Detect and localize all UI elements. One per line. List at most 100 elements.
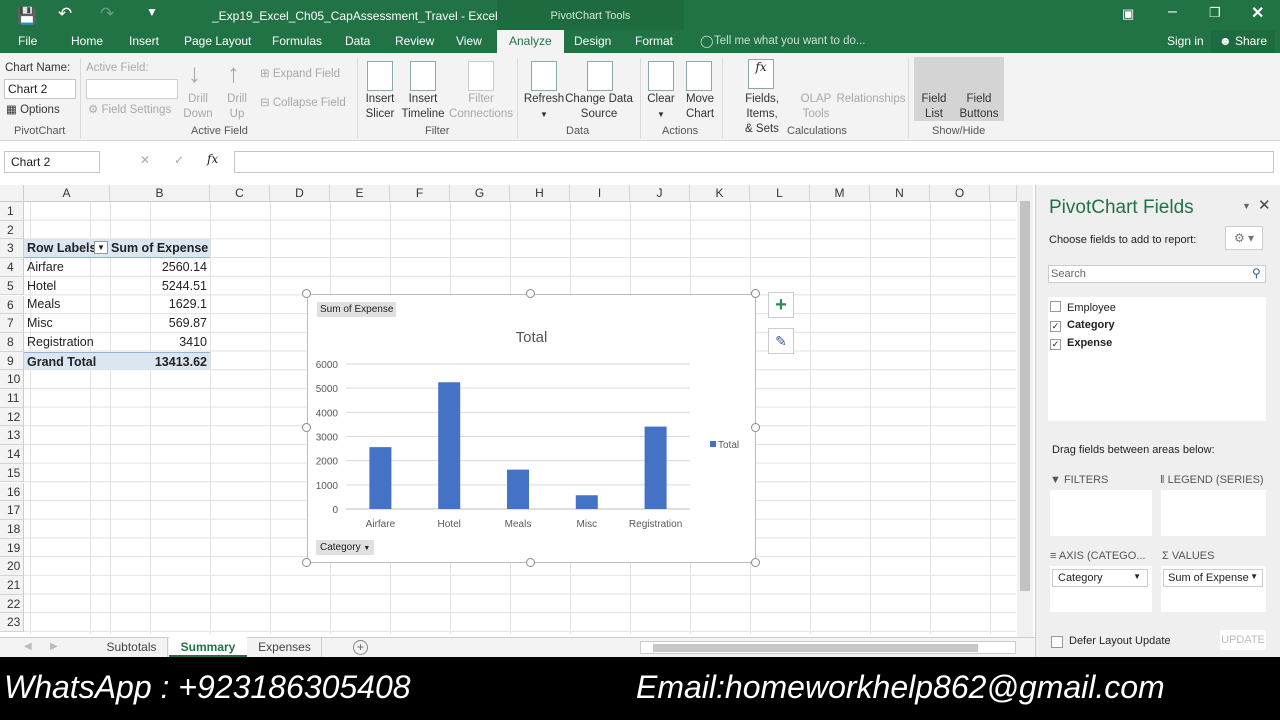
bar-meals[interactable] — [507, 469, 529, 509]
tab-home[interactable]: Home — [71, 30, 103, 53]
resize-handle[interactable] — [526, 558, 535, 567]
column-header-O[interactable]: O — [930, 185, 990, 202]
row-header-2[interactable]: 2 — [0, 220, 24, 240]
sheet-tab-expenses[interactable]: Expenses — [248, 638, 322, 657]
bar-hotel[interactable] — [438, 382, 461, 509]
scroll-right-icon[interactable]: ▶ — [50, 641, 58, 652]
column-header-B[interactable]: B — [110, 185, 210, 202]
share-button[interactable]: ☻ Share — [1211, 30, 1275, 53]
row-header-11[interactable]: 11 — [0, 389, 24, 408]
tab-formulas[interactable]: Formulas — [272, 30, 322, 53]
column-header-J[interactable]: J — [630, 185, 690, 202]
insert-timeline-button[interactable]: Insert Timeline — [400, 92, 446, 122]
column-header-N[interactable]: N — [870, 185, 930, 202]
column-header-K[interactable]: K — [690, 185, 750, 202]
row-header-20[interactable]: 20 — [0, 557, 24, 576]
resize-handle[interactable] — [526, 289, 535, 298]
pane-options-dropdown[interactable]: ▼ — [1242, 201, 1251, 211]
field-item-category[interactable]: ✓ Category — [1050, 319, 1115, 332]
expand-field-button[interactable]: ⊞ Expand Field — [260, 67, 340, 82]
drill-up-button[interactable]: Drill Up — [222, 92, 252, 122]
vertical-scroll-thumb[interactable] — [1020, 201, 1030, 591]
enter-icon[interactable]: ✓ — [174, 153, 184, 167]
resize-handle[interactable] — [751, 423, 760, 432]
cancel-icon[interactable]: ✕ — [140, 153, 150, 167]
new-sheet-button[interactable]: + — [353, 640, 368, 655]
row-header-23[interactable]: 23 — [0, 613, 24, 633]
pivot-chart[interactable]: Sum of Expense Total 0 1000 2000 3000 4000 50… — [307, 294, 756, 563]
row-header-18[interactable]: 18 — [0, 519, 24, 539]
sheet-tab-subtotals[interactable]: Subtotals — [96, 638, 168, 657]
active-field-input[interactable] — [86, 79, 178, 99]
row-header-1[interactable]: 1 — [0, 202, 24, 221]
insert-slicer-button[interactable]: Insert Slicer — [362, 92, 398, 122]
column-header-I[interactable]: I — [570, 185, 630, 202]
undo-icon[interactable]: ↶ — [58, 4, 72, 24]
row-header-21[interactable]: 21 — [0, 576, 24, 595]
gear-icon[interactable]: ⚙ ▾ — [1225, 226, 1263, 250]
horizontal-scrollbar[interactable] — [640, 641, 1016, 654]
column-header-F[interactable]: F — [390, 185, 450, 202]
filters-drop-area[interactable] — [1050, 490, 1152, 536]
field-item-employee[interactable]: Employee — [1050, 301, 1116, 314]
field-buttons-button[interactable]: Field Buttons — [954, 92, 1004, 122]
field-checkbox[interactable]: ✓ — [1050, 339, 1061, 350]
save-icon[interactable]: 💾 — [17, 6, 37, 26]
sign-in-link[interactable]: Sign in — [1167, 30, 1204, 53]
row-header-16[interactable]: 16 — [0, 482, 24, 502]
tab-review[interactable]: Review — [395, 30, 434, 53]
olap-tools-button[interactable]: OLAP Tools — [798, 92, 834, 122]
tab-file[interactable]: File — [18, 30, 37, 53]
select-all-button[interactable] — [0, 185, 24, 202]
field-settings-button[interactable]: ⚙ Field Settings — [88, 103, 171, 118]
legend-drop-area[interactable] — [1161, 490, 1266, 536]
chart-styles-brush-icon[interactable]: ✎ — [768, 328, 794, 354]
tab-analyze[interactable]: Analyze — [497, 30, 564, 53]
defer-layout-checkbox[interactable] — [1051, 636, 1063, 648]
row-labels-filter-dropdown[interactable]: ▼ — [94, 241, 108, 255]
field-checkbox[interactable]: ✓ — [1050, 321, 1061, 332]
resize-handle[interactable] — [751, 558, 760, 567]
relationships-button[interactable]: Relationships — [836, 92, 906, 107]
row-header-19[interactable]: 19 — [0, 538, 24, 558]
field-list-button[interactable]: Field List — [916, 92, 952, 122]
redo-icon[interactable]: ↷ — [100, 4, 114, 24]
values-field-item[interactable]: Sum of Expense ▼ — [1163, 569, 1263, 587]
row-header-17[interactable]: 17 — [0, 501, 24, 520]
field-checkbox[interactable] — [1050, 301, 1061, 312]
column-header-M[interactable]: M — [810, 185, 870, 202]
row-header-7[interactable]: 7 — [0, 314, 24, 333]
drill-down-button[interactable]: Drill Down — [183, 92, 213, 122]
row-header-9[interactable]: 9 — [0, 351, 24, 371]
insert-function-icon[interactable]: fx — [207, 152, 218, 166]
resize-handle[interactable] — [302, 558, 311, 567]
row-header-10[interactable]: 10 — [0, 370, 24, 389]
horizontal-scroll-thumb[interactable] — [653, 644, 978, 652]
pane-close-icon[interactable]: ✕ — [1258, 196, 1271, 214]
close-icon[interactable]: ✕ — [1251, 3, 1264, 23]
row-header-5[interactable]: 5 — [0, 276, 24, 296]
chart-elements-button[interactable]: + — [768, 292, 794, 318]
column-header-L[interactable]: L — [750, 185, 810, 202]
customize-qat-icon[interactable]: ▼ — [146, 5, 158, 19]
resize-handle[interactable] — [302, 423, 311, 432]
column-header-E[interactable]: E — [330, 185, 390, 202]
name-box[interactable]: Chart 2 — [4, 151, 100, 173]
search-input[interactable]: Search ⚲ — [1048, 265, 1266, 283]
vertical-scrollbar[interactable] — [1017, 185, 1033, 637]
options-button[interactable]: ▦ Options — [6, 103, 60, 118]
row-header-13[interactable]: 13 — [0, 426, 24, 446]
column-header-D[interactable]: D — [270, 185, 330, 202]
row-header-22[interactable]: 22 — [0, 594, 24, 614]
column-header-H[interactable]: H — [510, 185, 570, 202]
bar-airfare[interactable] — [369, 447, 392, 509]
row-header-12[interactable]: 12 — [0, 407, 24, 427]
scroll-left-icon[interactable]: ◀ — [24, 641, 32, 652]
resize-handle[interactable] — [751, 289, 760, 298]
sheet-tab-summary[interactable]: Summary — [169, 637, 247, 657]
axis-field-button[interactable]: Category ▼ — [316, 540, 375, 555]
restore-icon[interactable]: ❐ — [1209, 5, 1221, 21]
minimize-icon[interactable]: – — [1168, 3, 1177, 21]
column-header-G[interactable]: G — [450, 185, 510, 202]
row-header-6[interactable]: 6 — [0, 295, 24, 315]
